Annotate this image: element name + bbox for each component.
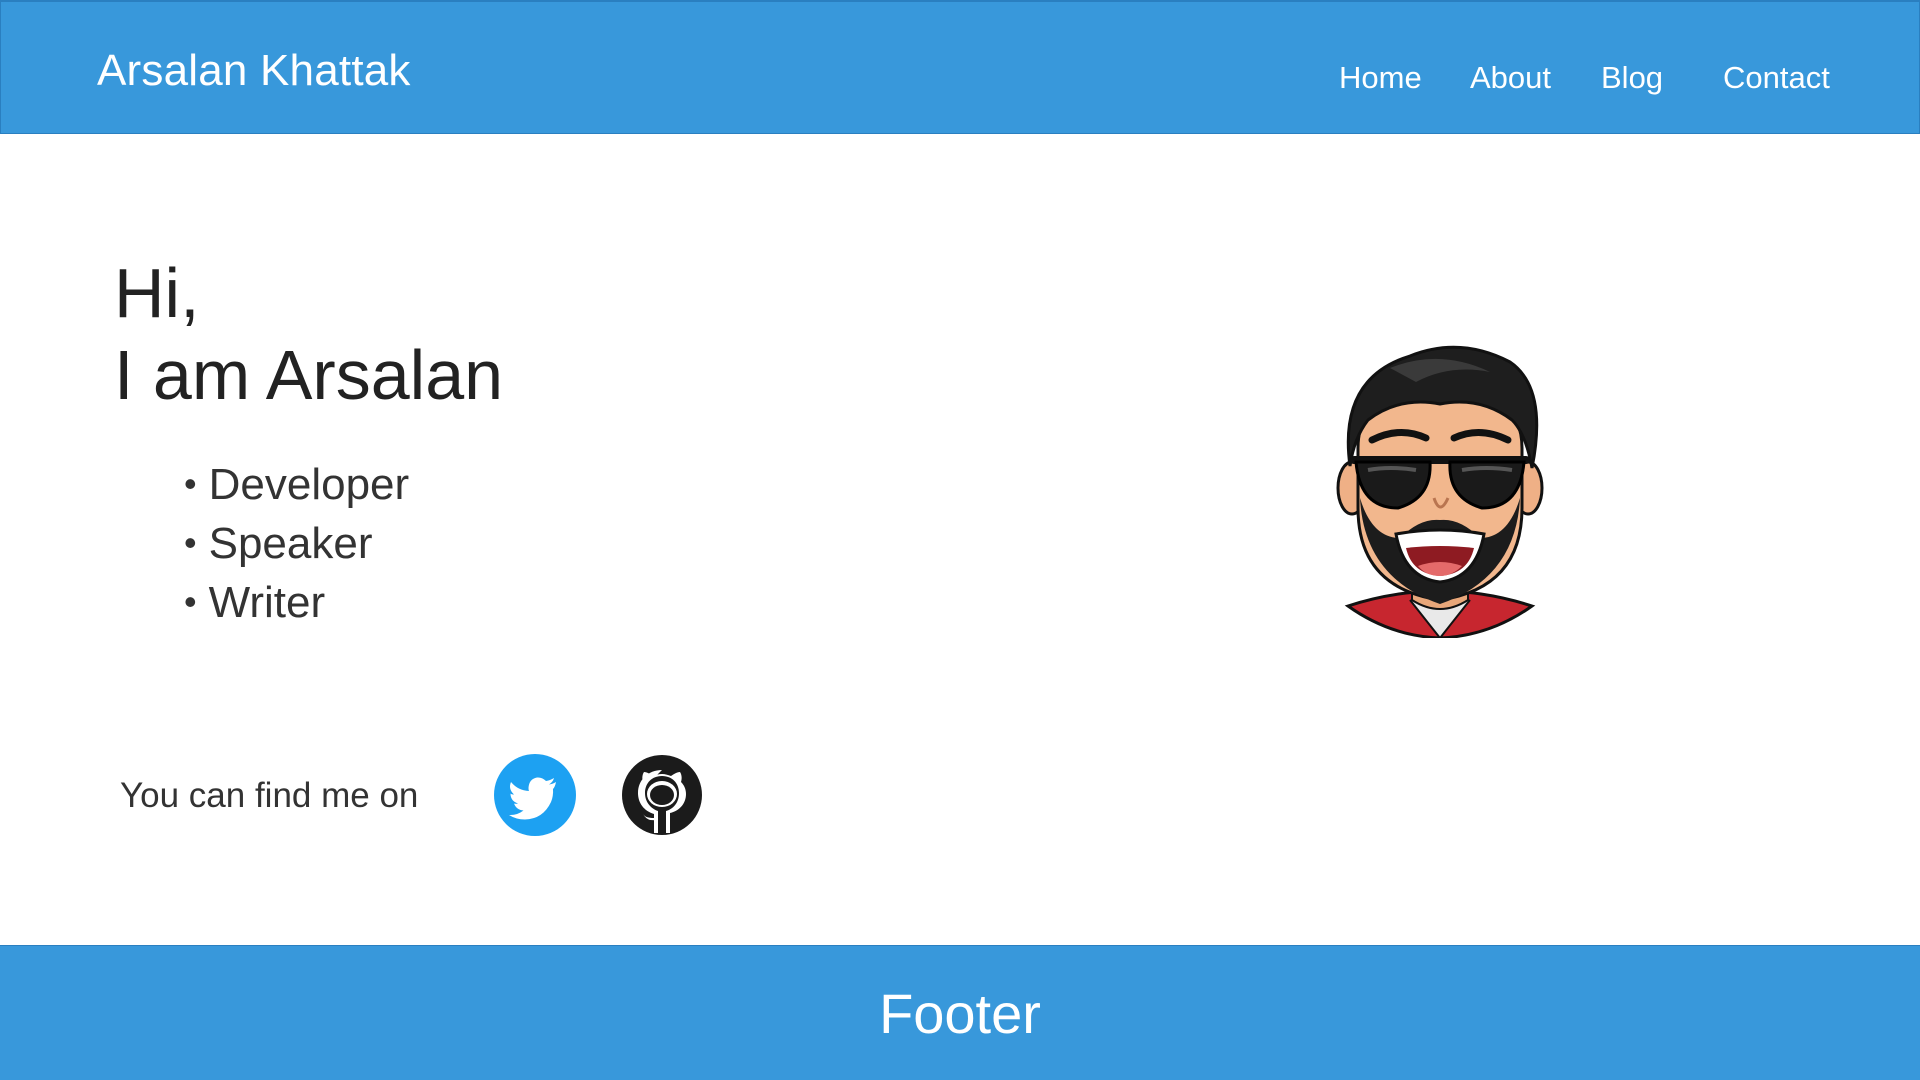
- bitmoji-avatar-icon: [1336, 345, 1544, 638]
- site-header: Arsalan Khattak Home About Blog Contact: [0, 0, 1920, 134]
- greeting-line-2: I am Arsalan: [114, 336, 504, 414]
- hero-greeting: Hi, I am Arsalan: [114, 252, 503, 416]
- main-nav: Home About Blog Contact: [1, 60, 1919, 100]
- nav-blog-link[interactable]: Blog: [1601, 60, 1663, 96]
- github-icon: [622, 755, 702, 835]
- twitter-icon: [494, 754, 576, 836]
- footer-text: Footer: [879, 981, 1041, 1045]
- social-intro-text: You can find me on: [120, 776, 419, 815]
- greeting-line-1: Hi,: [114, 254, 200, 332]
- nav-about-link[interactable]: About: [1470, 60, 1551, 96]
- role-item: Speaker: [184, 515, 409, 574]
- twitter-link[interactable]: [494, 754, 576, 836]
- role-item: Developer: [184, 456, 410, 515]
- site-footer: Footer: [0, 945, 1920, 1080]
- role-item: Writer: [184, 574, 409, 633]
- roles-list: Developer Speaker Writer: [184, 456, 410, 633]
- nav-home-link[interactable]: Home: [1339, 60, 1422, 96]
- github-link[interactable]: [621, 754, 703, 836]
- nav-contact-link[interactable]: Contact: [1723, 60, 1830, 96]
